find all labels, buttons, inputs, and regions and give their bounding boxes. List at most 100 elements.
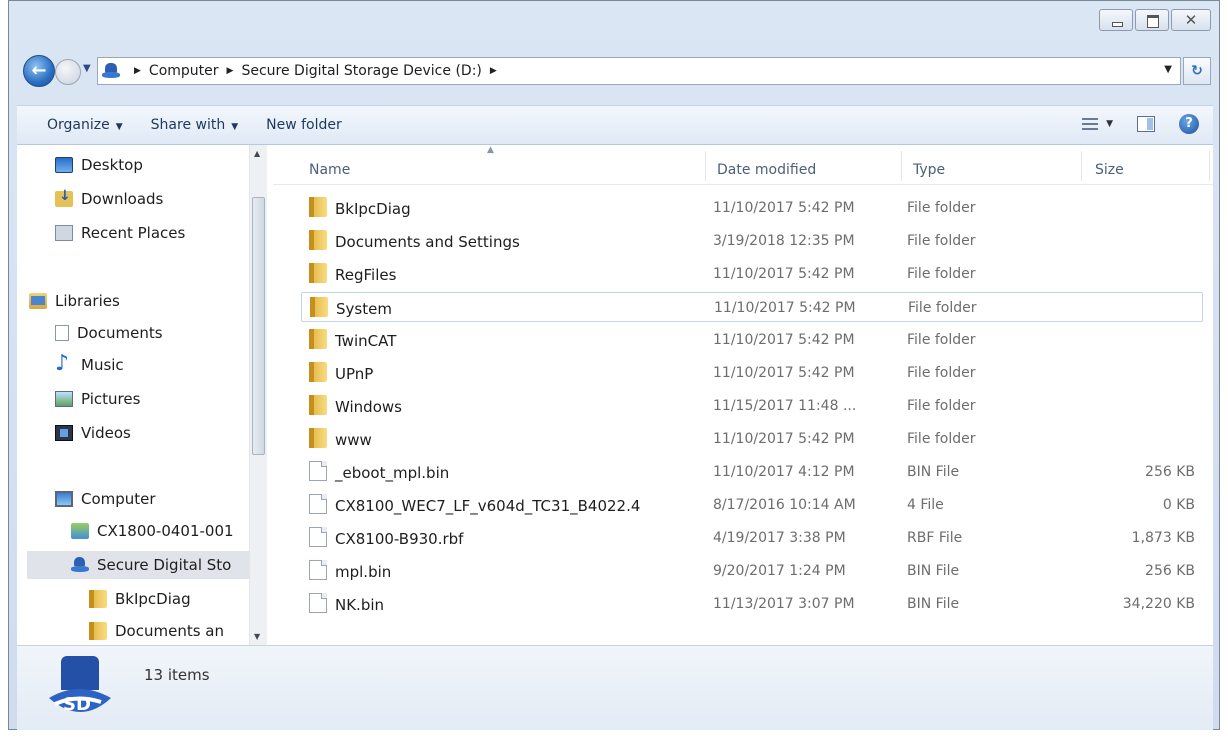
file-date-modified: 11/10/2017 5:42 PM bbox=[713, 365, 855, 381]
file-row[interactable]: CX8100_WEC7_LF_v604d_TC31_B4022.4 8/17/20… bbox=[301, 490, 1203, 520]
back-button[interactable]: ← bbox=[23, 55, 55, 87]
column-header-date-modified[interactable]: Date modified bbox=[717, 162, 816, 178]
file-row[interactable]: BkIpcDiag 11/10/2017 5:42 PM File folder bbox=[301, 193, 1203, 223]
folder-icon bbox=[89, 622, 107, 640]
preview-pane-icon[interactable] bbox=[1137, 116, 1155, 132]
nav-item-documents[interactable]: Documents bbox=[55, 319, 163, 347]
nav-item-label: Desktop bbox=[81, 156, 143, 174]
file-row[interactable]: System 11/10/2017 5:42 PM File folder bbox=[301, 292, 1203, 322]
desktop-icon bbox=[55, 157, 73, 173]
scroll-down-icon[interactable]: ▼ bbox=[254, 632, 260, 641]
refresh-button[interactable]: ↻ bbox=[1183, 57, 1211, 85]
file-type: BIN File bbox=[907, 563, 960, 579]
nav-item-documents-and-settings[interactable]: Documents an bbox=[89, 617, 224, 645]
maximize-icon bbox=[1147, 15, 1159, 28]
nav-item-pictures[interactable]: Pictures bbox=[55, 385, 140, 413]
file-size: 256 KB bbox=[1145, 464, 1195, 480]
nav-item-downloads[interactable]: Downloads bbox=[55, 185, 163, 213]
file-row[interactable]: Documents and Settings 3/19/2018 12:35 PM… bbox=[301, 226, 1203, 256]
breadcrumb-separator-icon[interactable]: ▶ bbox=[490, 66, 497, 76]
recent-pages-dropdown[interactable]: ▼ bbox=[83, 63, 91, 74]
item-count: 13 items bbox=[144, 666, 210, 684]
file-name: UPnP bbox=[335, 365, 374, 383]
file-type: File folder bbox=[907, 200, 976, 216]
file-row[interactable]: CX8100-B930.rbf 4/19/2017 3:38 PM RBF File… bbox=[301, 523, 1203, 553]
close-button[interactable]: ✕ bbox=[1171, 9, 1211, 31]
file-list-pane: ▲ Name Date modified Type Size BkIpcDiag… bbox=[273, 145, 1213, 645]
column-divider[interactable] bbox=[705, 151, 706, 181]
folder-icon bbox=[309, 263, 327, 283]
breadcrumb-separator-icon[interactable]: ▶ bbox=[134, 66, 141, 76]
file-type: File folder bbox=[907, 365, 976, 381]
file-row[interactable]: Windows 11/15/2017 11:48 ... File folder bbox=[301, 391, 1203, 421]
svg-text:SD: SD bbox=[63, 694, 91, 715]
nav-item-music[interactable]: Music bbox=[55, 351, 124, 379]
file-size: 34,220 KB bbox=[1122, 596, 1195, 612]
address-bar[interactable]: ▶ Computer ▶ Secure Digital Storage Devi… bbox=[97, 57, 1181, 85]
nav-item-computer[interactable]: Computer bbox=[55, 485, 156, 513]
file-date-modified: 4/19/2017 3:38 PM bbox=[713, 530, 846, 546]
downloads-icon bbox=[55, 188, 73, 207]
forward-button[interactable] bbox=[55, 59, 81, 85]
minimize-icon bbox=[1112, 22, 1123, 27]
folder-icon bbox=[309, 329, 327, 349]
help-icon[interactable]: ? bbox=[1179, 114, 1199, 134]
nav-item-label: Libraries bbox=[55, 292, 120, 310]
minimize-button[interactable] bbox=[1099, 9, 1133, 31]
file-name: mpl.bin bbox=[335, 563, 392, 581]
close-icon: ✕ bbox=[1184, 11, 1198, 29]
caption-buttons: ✕ bbox=[1099, 9, 1211, 31]
nav-item-libraries[interactable]: Libraries bbox=[29, 287, 120, 315]
nav-item-cx1800[interactable]: CX1800-0401-001 bbox=[71, 517, 234, 545]
nav-item-secure-digital[interactable]: Secure Digital Sto bbox=[27, 551, 249, 579]
file-row[interactable]: www 11/10/2017 5:42 PM File folder bbox=[301, 424, 1203, 454]
sd-logo-icon: SD bbox=[49, 656, 111, 715]
file-name: TwinCAT bbox=[335, 332, 397, 350]
nav-item-desktop[interactable]: Desktop bbox=[55, 151, 143, 179]
file-row[interactable]: UPnP 11/10/2017 5:42 PM File folder bbox=[301, 358, 1203, 388]
change-view-button[interactable]: ▼ bbox=[1082, 117, 1113, 131]
file-name: NK.bin bbox=[335, 596, 385, 614]
new-folder-button[interactable]: New folder bbox=[266, 117, 342, 133]
refresh-icon: ↻ bbox=[1191, 63, 1203, 79]
column-header-size[interactable]: Size bbox=[1095, 162, 1124, 178]
scroll-up-icon[interactable]: ▲ bbox=[254, 149, 260, 158]
file-row[interactable]: RegFiles 11/10/2017 5:42 PM File folder bbox=[301, 259, 1203, 289]
file-row[interactable]: TwinCAT 11/10/2017 5:42 PM File folder bbox=[301, 325, 1203, 355]
network-drive-icon bbox=[71, 523, 89, 539]
content-area: Desktop Downloads Recent Places Librarie… bbox=[17, 145, 1213, 646]
breadcrumb-separator-icon[interactable]: ▶ bbox=[227, 66, 234, 76]
file-type: RBF File bbox=[907, 530, 963, 546]
organize-button[interactable]: Organize ▼ bbox=[47, 117, 123, 133]
maximize-button[interactable] bbox=[1135, 9, 1169, 31]
column-divider[interactable] bbox=[901, 151, 902, 181]
folder-icon bbox=[310, 297, 328, 317]
nav-item-videos[interactable]: Videos bbox=[55, 419, 131, 447]
file-date-modified: 9/20/2017 1:24 PM bbox=[713, 563, 846, 579]
column-divider[interactable] bbox=[1081, 151, 1082, 181]
file-name: Windows bbox=[335, 398, 402, 416]
file-row[interactable]: mpl.bin 9/20/2017 1:24 PM BIN File 256 KB bbox=[301, 556, 1203, 586]
file-type: File folder bbox=[907, 266, 976, 282]
file-date-modified: 11/13/2017 3:07 PM bbox=[713, 596, 855, 612]
share-with-button[interactable]: Share with ▼ bbox=[151, 117, 238, 133]
file-row[interactable]: _eboot_mpl.bin 11/10/2017 4:12 PM BIN File… bbox=[301, 457, 1203, 487]
nav-item-bkipcdiag[interactable]: BkIpcDiag bbox=[89, 585, 191, 613]
file-date-modified: 11/15/2017 11:48 ... bbox=[713, 398, 857, 414]
nav-pane-scrollbar[interactable]: ▲ ▼ bbox=[249, 145, 267, 645]
folder-icon bbox=[309, 395, 327, 415]
chevron-down-icon: ▼ bbox=[231, 122, 239, 132]
file-name: CX8100_WEC7_LF_v604d_TC31_B4022.4 bbox=[335, 497, 641, 515]
address-dropdown-icon[interactable]: ▼ bbox=[1164, 64, 1172, 75]
file-row[interactable]: NK.bin 11/13/2017 3:07 PM BIN File 34,220 K… bbox=[301, 589, 1203, 619]
column-divider[interactable] bbox=[1209, 151, 1210, 181]
nav-item-label: Recent Places bbox=[81, 224, 186, 242]
nav-item-recent-places[interactable]: Recent Places bbox=[55, 219, 185, 247]
scrollbar-thumb[interactable] bbox=[252, 197, 265, 455]
breadcrumb-computer[interactable]: Computer bbox=[149, 63, 219, 79]
file-type: File folder bbox=[907, 233, 976, 249]
column-header-name[interactable]: Name bbox=[309, 162, 350, 178]
column-header-type[interactable]: Type bbox=[913, 162, 945, 178]
breadcrumb-sd-device[interactable]: Secure Digital Storage Device (D:) bbox=[241, 63, 481, 79]
file-icon bbox=[309, 527, 327, 547]
